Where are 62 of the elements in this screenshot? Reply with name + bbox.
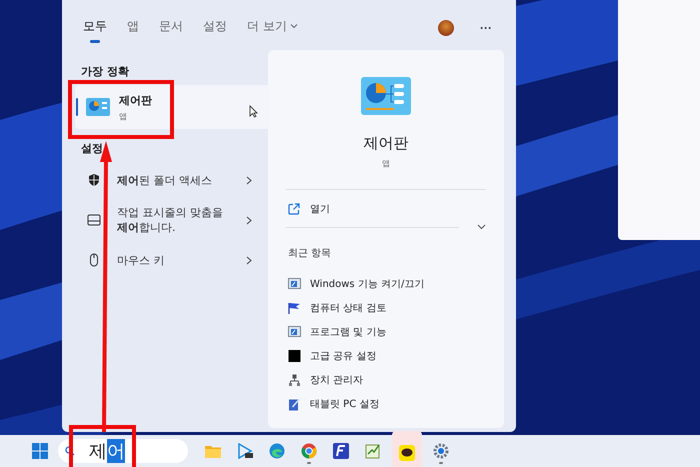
settings-label: 제어된 폴더 액세스 — [117, 172, 213, 188]
section-heading: 설정 — [80, 141, 104, 157]
control-panel-icon — [85, 97, 111, 117]
letter-f-icon — [333, 443, 349, 459]
browser-ring-icon — [301, 443, 317, 459]
control-panel-icon — [360, 76, 412, 116]
running-indicator — [439, 462, 443, 464]
recent-item[interactable]: 프로그램 및 기능 — [286, 320, 486, 344]
start-icon[interactable] — [32, 443, 48, 459]
recent-item[interactable]: 컴퓨터 상태 검토 — [286, 296, 486, 320]
chevron-right-icon — [246, 176, 252, 184]
open-external-icon — [288, 203, 300, 215]
settings-item[interactable]: 마우스 키 — [75, 242, 260, 278]
search-field[interactable]: 제 어 — [58, 439, 188, 463]
flag-icon — [288, 302, 301, 314]
taskbar-app[interactable] — [392, 431, 422, 467]
filled-square-icon — [288, 350, 301, 362]
chevron-right-icon — [246, 256, 252, 264]
shield-icon — [87, 173, 101, 187]
search-icon — [65, 446, 75, 456]
result-item[interactable]: 제어판 앱 — [75, 85, 270, 129]
settings-icon — [433, 443, 449, 459]
notepad-icon — [365, 443, 381, 459]
app-name: 제어판 — [364, 134, 408, 153]
program-window-icon — [288, 326, 301, 338]
recent-item[interactable]: 태블릿 PC 설정 — [286, 392, 486, 416]
taskbar-icon — [87, 214, 101, 226]
section-heading: 가장 정확 — [80, 64, 130, 80]
play-icon — [237, 443, 253, 459]
tab[interactable]: 문서 — [159, 18, 183, 42]
device-tree-icon — [288, 374, 301, 386]
program-window-icon — [288, 278, 301, 290]
running-indicator — [307, 462, 311, 464]
chat-bubble-icon — [399, 445, 415, 461]
tab[interactable]: 더 보기 — [247, 18, 298, 42]
more-button[interactable]: ··· — [474, 21, 498, 35]
settings-label: 마우스 키 — [117, 252, 166, 268]
mouse-icon — [87, 253, 101, 267]
section-heading: 최근 항목 — [287, 247, 332, 261]
browser-wave-icon — [269, 443, 285, 459]
tab[interactable]: 설정 — [203, 18, 227, 42]
chevron-down-icon — [290, 23, 298, 29]
avatar[interactable] — [438, 20, 454, 36]
tab[interactable]: 모두 — [83, 18, 107, 42]
open-action[interactable]: 열기 — [286, 194, 486, 224]
recent-item[interactable]: Windows 기능 켜기/끄기 — [286, 272, 486, 296]
result-type: 앱 — [119, 110, 128, 122]
recent-item[interactable]: 고급 공유 설정 — [286, 344, 486, 368]
highlight-frame — [69, 425, 136, 467]
app-type: 앱 — [382, 158, 390, 169]
folder-icon — [205, 444, 221, 458]
settings-item[interactable]: 작업 표시줄의 맞춤을 제어합니다. — [75, 198, 260, 242]
mouse-pointer-icon — [249, 104, 258, 118]
chevron-right-icon — [246, 216, 252, 224]
result-name: 제어판 — [119, 92, 153, 108]
chevron-down-icon[interactable] — [477, 224, 486, 230]
tab[interactable]: 앱 — [127, 18, 139, 42]
selected-text: 어 — [107, 439, 125, 463]
recent-item[interactable]: 장치 관리자 — [286, 368, 486, 392]
tablet-pen-icon — [288, 398, 301, 410]
settings-item[interactable]: 제어된 폴더 액세스 — [75, 162, 260, 198]
settings-label: 작업 표시줄의 맞춤을 제어합니다. — [117, 205, 224, 235]
